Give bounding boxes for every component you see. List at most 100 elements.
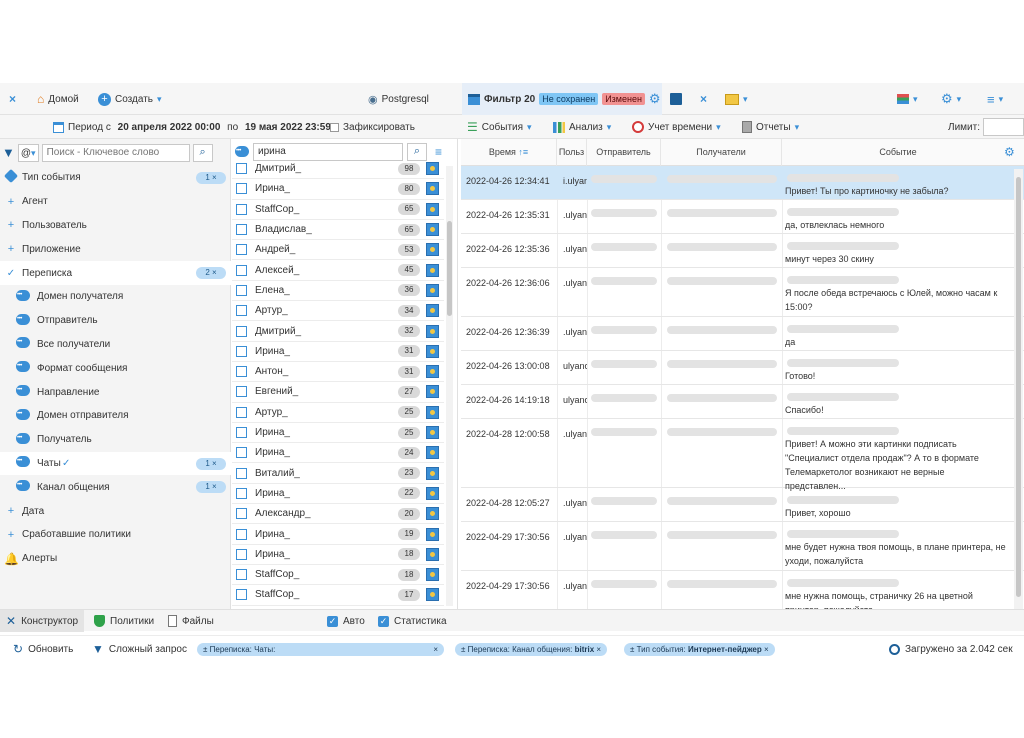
- user-card-icon[interactable]: [426, 507, 439, 521]
- count-badge[interactable]: 2 ×: [196, 267, 226, 280]
- home-button[interactable]: ⌂ Домой: [37, 83, 79, 115]
- complex-query-button[interactable]: ▼ Сложный запрос: [92, 636, 187, 662]
- events-menu[interactable]: ☰ События ▾: [467, 115, 532, 139]
- tab-files[interactable]: Файлы: [168, 610, 214, 632]
- participant-row[interactable]: Елена_ 36: [232, 281, 444, 302]
- filter-chip-channel[interactable]: ± Переписка: Канал общения: bitrix ×: [455, 643, 608, 656]
- user-card-icon[interactable]: [426, 243, 439, 257]
- participant-row[interactable]: Виталий_ 23: [232, 464, 444, 484]
- participant-checkbox[interactable]: [236, 487, 247, 499]
- user-card-icon[interactable]: [426, 568, 439, 582]
- participant-checkbox[interactable]: [236, 264, 247, 276]
- list-menu-icon[interactable]: ≡: [435, 145, 442, 159]
- user-card-icon[interactable]: [426, 263, 439, 277]
- participant-checkbox[interactable]: [236, 447, 247, 459]
- grid-scrollbar[interactable]: [1014, 169, 1023, 609]
- participant-checkbox[interactable]: [236, 427, 247, 439]
- participant-row[interactable]: Артур_ 34: [232, 301, 444, 322]
- user-card-icon[interactable]: [426, 283, 439, 297]
- event-row[interactable]: 2022-04-26 14:19:18 ulyanova Спасибо!: [461, 385, 1024, 419]
- analysis-menu[interactable]: Анализ ▾: [553, 115, 611, 139]
- participant-checkbox[interactable]: [236, 569, 247, 581]
- participant-checkbox[interactable]: [236, 406, 247, 418]
- participant-row[interactable]: StaffCop_ 65: [232, 200, 444, 220]
- count-badge[interactable]: 1 ×: [196, 481, 226, 494]
- event-row[interactable]: 2022-04-26 12:35:36 .ulyanova минут через …: [461, 234, 1024, 268]
- participants-search-input[interactable]: [253, 142, 403, 161]
- user-card-icon[interactable]: [426, 202, 439, 216]
- participant-row[interactable]: Ирина_ 31: [232, 342, 444, 362]
- columns-menu-button[interactable]: ▾: [897, 83, 918, 115]
- close-tab-button[interactable]: ×: [9, 83, 16, 115]
- chip-close-icon[interactable]: ×: [596, 645, 601, 654]
- tab-constructor[interactable]: ✕ Конструктор: [0, 610, 85, 632]
- participant-checkbox[interactable]: [236, 244, 247, 256]
- search-button[interactable]: ⌕: [407, 142, 427, 161]
- filter-tab[interactable]: Фильтр 20 Не сохранен Изменен ⚙: [462, 83, 662, 115]
- participant-checkbox[interactable]: [236, 589, 247, 601]
- participant-row[interactable]: Алексей_ 45: [232, 261, 444, 281]
- participants-scrollbar[interactable]: [446, 166, 453, 606]
- participant-checkbox[interactable]: [236, 203, 247, 215]
- tree-item[interactable]: ✓ Переписка 2 ×: [0, 261, 231, 285]
- keyword-search-input[interactable]: [41, 143, 190, 162]
- user-card-icon[interactable]: [426, 426, 439, 440]
- stats-checkbox[interactable]: ✓ Статистика: [378, 610, 447, 632]
- column-user-header[interactable]: Польз: [557, 139, 587, 166]
- event-row[interactable]: 2022-04-26 12:34:41 i.ulyanova Привет! Ты …: [461, 166, 1024, 200]
- participant-row[interactable]: StaffCop_ 18: [232, 565, 444, 586]
- participant-checkbox[interactable]: [236, 386, 247, 398]
- event-row[interactable]: 2022-04-26 12:36:39 .ulyanova да: [461, 317, 1024, 351]
- tab-policies[interactable]: Политики: [94, 610, 154, 632]
- tree-item[interactable]: Чаты ✓ 1 ×: [0, 451, 231, 476]
- participant-row[interactable]: Александр_ 20: [232, 504, 444, 525]
- user-card-icon[interactable]: [426, 304, 439, 318]
- event-row[interactable]: 2022-04-26 12:36:06 .ulyanova Я после обед…: [461, 268, 1024, 317]
- save-button[interactable]: [670, 83, 682, 115]
- limit-input[interactable]: [983, 118, 1024, 136]
- participant-row[interactable]: Дмитрий_ 98: [232, 159, 444, 180]
- participant-row[interactable]: Андрей_ 53: [232, 240, 444, 261]
- period-selector[interactable]: Период с 20 апреля 2022 00:00 по 19 мая …: [53, 115, 331, 139]
- column-recipients-header[interactable]: Получатели: [661, 139, 782, 166]
- event-row[interactable]: 2022-04-29 17:30:56 .ulyanova мне будет ну…: [461, 522, 1024, 571]
- participant-row[interactable]: Ирина_ 80: [232, 179, 444, 200]
- participant-row[interactable]: Ирина_ 24: [232, 443, 444, 464]
- participant-row[interactable]: Антон_ 31: [232, 362, 444, 383]
- chip-close-icon[interactable]: ×: [764, 645, 769, 654]
- participant-checkbox[interactable]: [236, 508, 247, 520]
- participant-checkbox[interactable]: [236, 345, 247, 357]
- grid-settings-icon[interactable]: ⚙: [1004, 145, 1015, 159]
- auto-checkbox[interactable]: ✓ Авто: [327, 610, 365, 632]
- participant-checkbox[interactable]: [236, 548, 247, 560]
- user-card-icon[interactable]: [426, 182, 439, 196]
- reports-menu[interactable]: Отчеты ▾: [742, 115, 799, 139]
- participant-row[interactable]: Ирина_ 18: [232, 545, 444, 565]
- tree-item[interactable]: Домен отправителя: [0, 404, 231, 428]
- user-card-icon[interactable]: [426, 365, 439, 379]
- tree-item[interactable]: Все получатели: [0, 333, 231, 357]
- tree-item[interactable]: Формат сообщения: [0, 356, 231, 380]
- tree-item[interactable]: Направление: [0, 380, 231, 404]
- folder-menu-button[interactable]: ▾: [725, 83, 748, 115]
- user-card-icon[interactable]: [426, 385, 439, 399]
- count-badge[interactable]: 1 ×: [196, 457, 226, 470]
- event-row[interactable]: 2022-04-28 12:05:27 .ulyanova Привет, хоро…: [461, 488, 1024, 522]
- create-button[interactable]: + Создать ▾: [98, 83, 162, 115]
- main-menu-button[interactable]: ≡ ▾: [987, 83, 1003, 115]
- participant-checkbox[interactable]: [236, 467, 247, 479]
- participant-checkbox[interactable]: [236, 224, 247, 236]
- at-selector[interactable]: @▾: [17, 143, 39, 162]
- user-card-icon[interactable]: [426, 547, 439, 561]
- fix-period-checkbox[interactable]: Зафиксировать: [330, 115, 415, 139]
- participant-row[interactable]: Артур_ 25: [232, 403, 444, 423]
- tree-item[interactable]: + Пользователь: [0, 214, 231, 238]
- tree-item[interactable]: + Сработавшие политики: [0, 523, 231, 547]
- db-selector[interactable]: ◉ Postgresql: [368, 83, 429, 115]
- user-card-icon[interactable]: [426, 223, 439, 237]
- event-row[interactable]: 2022-04-26 12:35:31 .ulyanova да, отвлекла…: [461, 200, 1024, 234]
- tree-item[interactable]: 🔔 Алерты: [0, 547, 231, 571]
- participant-row[interactable]: Дмитрий_ 32: [232, 321, 444, 342]
- column-sender-header[interactable]: Отправитель: [587, 139, 661, 166]
- participant-row[interactable]: Владислав_ 65: [232, 220, 444, 241]
